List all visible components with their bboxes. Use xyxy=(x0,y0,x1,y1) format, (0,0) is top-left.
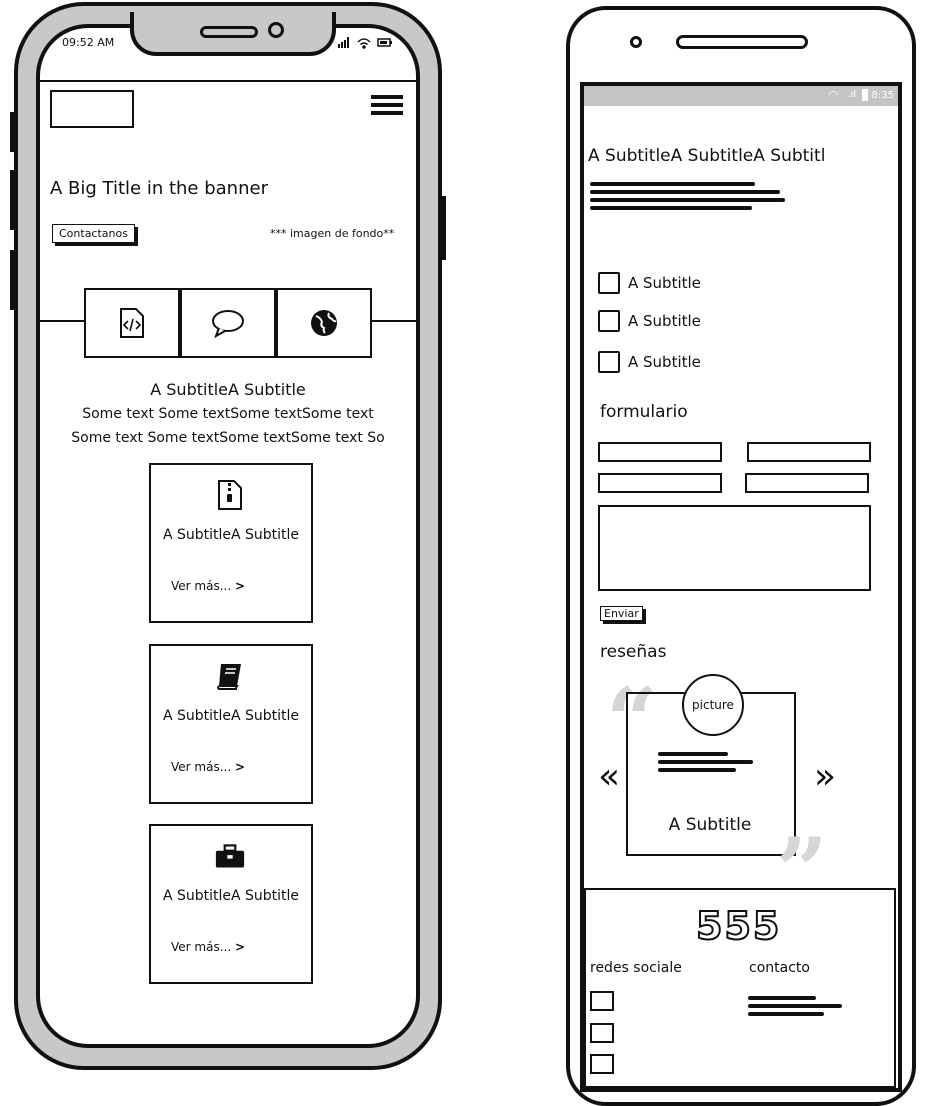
signal-icon xyxy=(338,37,349,48)
see-more-link[interactable]: Ver más... > xyxy=(171,579,245,593)
code-file-icon xyxy=(120,308,144,338)
wifi-icon xyxy=(357,38,371,49)
card-3[interactable]: A SubtitleA Subtitle Ver más... > xyxy=(149,824,313,984)
card-1[interactable]: A SubtitleA Subtitle Ver más... > xyxy=(149,463,313,623)
social-icon-placeholder[interactable] xyxy=(590,1054,614,1074)
checkbox-row[interactable]: A Subtitle xyxy=(598,272,701,294)
form-field-2[interactable] xyxy=(747,442,871,462)
footer-numbers: 555 xyxy=(695,903,782,949)
form-field-3[interactable] xyxy=(598,473,722,493)
background-note: *** imagen de fondo** xyxy=(270,227,395,240)
see-more-link[interactable]: Ver más... > xyxy=(171,940,245,954)
next-arrow-icon[interactable]: » xyxy=(814,756,836,797)
review-title: A Subtitle xyxy=(668,815,752,835)
checkbox-label: A Subtitle xyxy=(628,353,701,371)
checkbox-row[interactable]: A Subtitle xyxy=(598,310,701,332)
signal-icon: .ıl xyxy=(847,89,856,100)
status-icons xyxy=(336,34,398,49)
card-title: A SubtitleA Subtitle xyxy=(162,527,300,543)
battery-icon xyxy=(862,89,868,101)
intro-line-1: Some text Some textSome textSome text xyxy=(82,406,374,422)
intro-line-2: Some text Some textSome textSome text So xyxy=(71,430,385,446)
header-divider xyxy=(40,80,416,82)
form-field-4[interactable] xyxy=(745,473,869,493)
card-title: A SubtitleA Subtitle xyxy=(162,708,300,724)
main-heading: A SubtitleA SubtitleA Subtitl xyxy=(588,146,826,166)
intro-subtitle: A SubtitleA Subtitle xyxy=(150,380,306,399)
tab-code[interactable] xyxy=(84,288,180,358)
social-icon-placeholder[interactable] xyxy=(590,1023,614,1043)
chat-bubble-icon xyxy=(212,310,244,338)
speaker-icon xyxy=(676,35,808,49)
avatar-label: picture xyxy=(692,698,734,712)
message-textarea[interactable] xyxy=(598,505,871,591)
banner-title: A Big Title in the banner xyxy=(50,178,268,199)
tab-chat[interactable] xyxy=(180,288,276,358)
camera-icon xyxy=(630,36,642,48)
contact-text-scribble xyxy=(748,992,848,1020)
card-2[interactable]: A SubtitleA Subtitle Ver más... > xyxy=(149,644,313,804)
social-icon-placeholder[interactable] xyxy=(590,991,614,1011)
battery-icon xyxy=(377,38,392,47)
text-scribble xyxy=(590,178,790,214)
contact-button[interactable]: Contactanos xyxy=(52,224,135,243)
checkbox[interactable] xyxy=(598,351,620,373)
hamburger-icon[interactable] xyxy=(371,95,403,119)
status-time: 8:35 xyxy=(871,90,894,101)
reviews-title: reseñas xyxy=(600,642,667,662)
submit-button[interactable]: Enviar xyxy=(600,606,643,621)
review-text-scribble xyxy=(658,748,758,776)
zip-file-icon xyxy=(218,480,242,510)
chevron-right-icon: > xyxy=(234,579,246,593)
checkbox-row[interactable]: A Subtitle xyxy=(598,351,701,373)
phone2-status-bar: 8:35 .ıl ◠ xyxy=(584,86,898,106)
chevron-right-icon: > xyxy=(234,760,246,774)
wifi-icon: ◠ xyxy=(828,88,838,101)
tab-globe[interactable] xyxy=(276,288,372,358)
briefcase-icon xyxy=(215,844,245,868)
prev-arrow-icon[interactable]: « xyxy=(598,756,620,797)
avatar: picture xyxy=(682,674,744,736)
card-title: A SubtitleA Subtitle xyxy=(162,888,300,904)
checkbox-label: A Subtitle xyxy=(628,312,701,330)
chevron-right-icon: > xyxy=(234,940,246,954)
contact-title: contacto xyxy=(749,960,810,976)
speaker-icon xyxy=(200,26,258,38)
checkbox[interactable] xyxy=(598,310,620,332)
checkbox-label: A Subtitle xyxy=(628,274,701,292)
camera-icon xyxy=(268,22,284,38)
book-icon xyxy=(217,664,241,690)
social-title: redes sociale xyxy=(590,960,682,976)
logo-placeholder[interactable] xyxy=(50,90,134,128)
form-field-1[interactable] xyxy=(598,442,722,462)
globe-icon xyxy=(311,310,337,336)
see-more-link[interactable]: Ver más... > xyxy=(171,760,245,774)
form-title: formulario xyxy=(600,402,688,422)
checkbox[interactable] xyxy=(598,272,620,294)
status-time: 09:52 AM xyxy=(62,36,115,49)
